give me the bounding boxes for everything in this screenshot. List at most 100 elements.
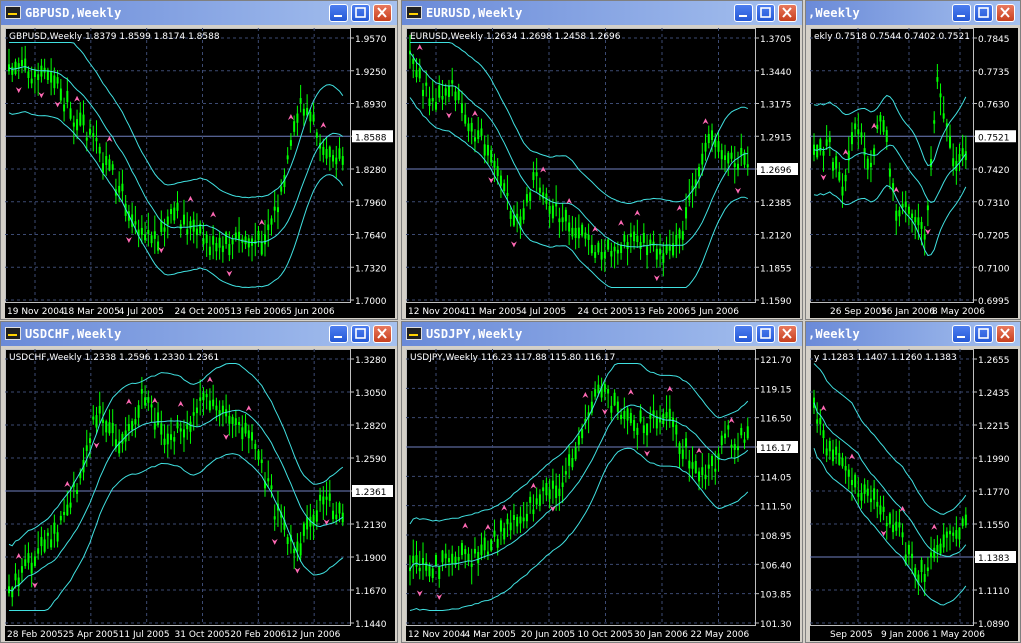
price-chart[interactable]: 1.2655 1.2435 1.2215 1.1990 1.1770 1.1550 1.13… [810, 349, 1018, 641]
maximize-button[interactable] [756, 325, 775, 343]
maximize-button[interactable] [756, 4, 775, 22]
fractal-up-icon [842, 149, 849, 156]
title-bar[interactable]: GBPUSD,Weekly [1, 1, 397, 25]
minimize-button[interactable] [952, 4, 971, 22]
price-label: 0.7420 [978, 166, 1010, 176]
current-price-label: 116.17 [760, 444, 792, 454]
fractal-down-icon [488, 177, 495, 184]
fractal-up-icon [931, 523, 938, 530]
maximize-button[interactable] [351, 325, 370, 343]
price-label: 1.2655 [978, 356, 1010, 366]
upper-band [813, 363, 967, 515]
minimize-icon [334, 336, 342, 338]
middle-band [8, 409, 344, 592]
fractal-up-icon [634, 209, 641, 216]
candles [8, 376, 344, 607]
fractal-up-icon [848, 453, 855, 460]
minimize-icon [957, 336, 965, 338]
fractal-down-icon [294, 567, 301, 574]
maximize-button[interactable] [974, 4, 993, 22]
close-icon [377, 7, 387, 18]
maximize-icon [978, 328, 989, 339]
chart-window-gbpusd[interactable]: GBPUSD,Weekly 1.9570 1.9250 1.8930 1.8588 1.8… [0, 0, 398, 320]
date-label: 10 Oct 2005 [578, 630, 634, 640]
price-label: 1.8280 [355, 166, 387, 176]
close-button[interactable] [373, 4, 392, 22]
fractal-up-icon [206, 376, 213, 383]
price-chart[interactable]: 1.9570 1.9250 1.8930 1.8588 1.8280 1.7960 1.76… [5, 28, 395, 318]
date-label: 30 Jan 2006 [634, 630, 688, 640]
date-label: 4 Jul 2005 [119, 307, 164, 317]
chart-window-partial-bottom-right[interactable]: ,Weekly 1.2655 1.2435 1.2215 1.1990 1.1770 1.1… [805, 321, 1021, 643]
chart-info-label: USDJPY,Weekly 116.23 117.88 115.80 116.1… [410, 353, 615, 363]
window-title: USDJPY,Weekly [426, 327, 523, 341]
date-label: 24 Oct 2005 [175, 307, 231, 317]
price-label: 1.2215 [978, 422, 1010, 432]
minimize-icon [739, 15, 747, 17]
close-button[interactable] [778, 4, 797, 22]
chart-info-label: USDCHF,Weekly 1.2338 1.2596 1.2330 1.236… [9, 353, 219, 363]
fractal-down-icon [820, 174, 827, 181]
maximize-button[interactable] [974, 325, 993, 343]
chart-window-partial-top-right[interactable]: ,Weekly 0.7845 0.7735 0.7630 0.7521 0.7420 0.7… [805, 0, 1021, 320]
date-label: 31 Oct 2005 [175, 630, 231, 640]
date-label: 26 Sep 2005 [830, 307, 887, 317]
price-label: 1.2120 [760, 232, 792, 242]
fractal-markers [15, 376, 330, 589]
fractal-up-icon [287, 113, 294, 120]
candles [8, 45, 344, 263]
chart-window-usdchf[interactable]: USDCHF,Weekly 1.3280 1.3050 1.2820 1.2590 1.2… [0, 321, 398, 643]
close-button[interactable] [778, 325, 797, 343]
close-button[interactable] [996, 325, 1015, 343]
price-label: 0.7735 [978, 68, 1010, 78]
chart-window-icon [5, 327, 21, 340]
minimize-button[interactable] [734, 325, 753, 343]
price-chart[interactable]: 0.7845 0.7735 0.7630 0.7521 0.7420 0.7310 0.72… [810, 28, 1018, 318]
date-label: Sep 2005 [830, 630, 873, 640]
minimize-button[interactable] [952, 325, 971, 343]
plot-frame [5, 28, 351, 303]
title-bar[interactable]: EURUSD,Weekly [402, 1, 802, 25]
title-bar[interactable]: USDCHF,Weekly [1, 322, 397, 346]
date-label: 12 Nov 2004 [408, 630, 466, 640]
date-label: 5 Jun 2006 [286, 307, 335, 317]
date-label: 20 Jun 2005 [521, 630, 575, 640]
minimize-button[interactable] [734, 4, 753, 22]
price-label: 106.40 [760, 561, 792, 571]
price-label: 1.7640 [355, 232, 387, 242]
chart-window-eurusd[interactable]: EURUSD,Weekly 1.3705 1.3440 1.3175 1.2915 1.2… [401, 0, 803, 320]
title-bar[interactable]: USDJPY,Weekly [402, 322, 802, 346]
title-bar[interactable]: ,Weekly [806, 1, 1020, 25]
close-button[interactable] [373, 325, 392, 343]
window-title: ,Weekly [808, 6, 860, 20]
close-icon [377, 328, 387, 339]
minimize-button[interactable] [329, 4, 348, 22]
price-chart[interactable]: 1.3280 1.3050 1.2820 1.2590 1.2361 1.2130 1.19… [5, 349, 395, 641]
price-label: 0.7310 [978, 199, 1010, 209]
price-label: 1.1855 [760, 264, 792, 274]
price-label: 1.3705 [760, 35, 792, 45]
price-chart[interactable]: 121.70 119.15 116.50 116.17 114.05 111.50 108.… [406, 349, 800, 641]
fractal-up-icon [702, 118, 709, 125]
fractal-up-icon [258, 219, 265, 226]
price-label: 1.3175 [760, 101, 792, 111]
lower-band [9, 453, 344, 611]
price-label: 116.50 [760, 415, 792, 425]
close-button[interactable] [996, 4, 1015, 22]
chart-window-usdjpy[interactable]: USDJPY,Weekly 121.70 119.15 116.50 116.17 114… [401, 321, 803, 643]
fractal-up-icon [871, 122, 878, 129]
chart-info-label: ekly 0.7518 0.7544 0.7402 0.7521 [814, 32, 970, 42]
price-label: 1.9570 [355, 35, 387, 45]
maximize-button[interactable] [351, 4, 370, 22]
price-label: 1.7320 [355, 264, 387, 274]
price-chart[interactable]: 1.3705 1.3440 1.3175 1.2915 1.2696 1.2385 1.21… [406, 28, 800, 318]
fractal-down-icon [223, 433, 230, 440]
minimize-button[interactable] [329, 325, 348, 343]
minimize-icon [739, 336, 747, 338]
fractal-down-icon [601, 408, 608, 415]
window-title: USDCHF,Weekly [25, 327, 122, 341]
title-bar[interactable]: ,Weekly [806, 322, 1020, 346]
minimize-icon [957, 15, 965, 17]
price-label: 1.7960 [355, 199, 387, 209]
price-label: 1.1440 [355, 620, 387, 630]
